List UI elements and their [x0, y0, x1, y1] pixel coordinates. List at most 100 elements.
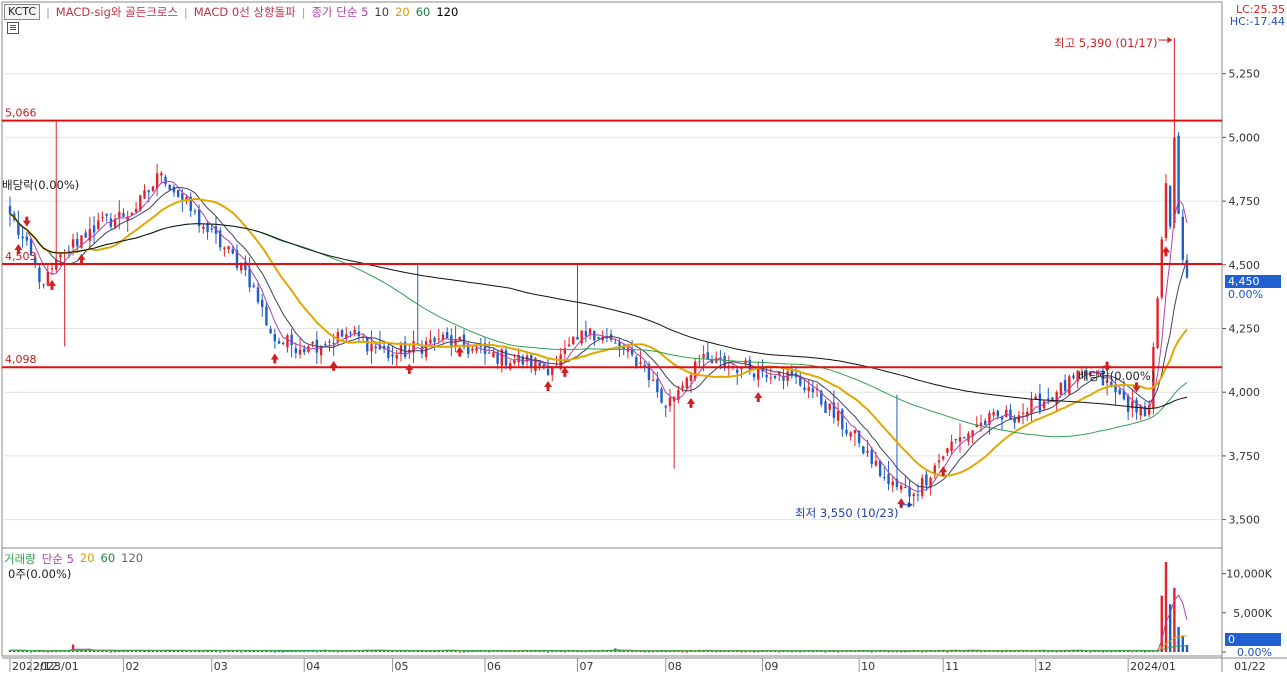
volume-bar: [1047, 651, 1050, 653]
legend-ma20[interactable]: 20: [395, 5, 410, 19]
candle-body: [807, 387, 810, 391]
volume-bar: [189, 651, 192, 653]
candle-body: [925, 474, 928, 486]
candle-body: [765, 374, 768, 378]
volume-bar: [870, 651, 873, 653]
volume-title[interactable]: 거래량: [4, 551, 36, 567]
chart-legend: KCTC | MACD-sig와 골든크로스 | MACD 0선 상향돌파 | …: [4, 4, 458, 20]
candle-body: [445, 332, 449, 339]
candle-body: [576, 336, 579, 340]
candle-body: [353, 329, 356, 333]
legend-ma5[interactable]: 종가 단순 5: [311, 4, 368, 20]
volume-bar: [979, 651, 983, 653]
legend-ma10[interactable]: 10: [374, 5, 389, 19]
volume-bar: [1177, 626, 1180, 652]
candle-body: [1164, 183, 1168, 239]
candle-body: [265, 306, 268, 326]
candle-body: [84, 232, 87, 238]
volume-bar: [824, 651, 827, 653]
candle-body: [471, 348, 474, 351]
chart-menu-icon[interactable]: [7, 22, 19, 34]
volume-bar: [799, 651, 802, 653]
volume-ma20[interactable]: 20: [80, 551, 95, 567]
volume-bar: [1131, 651, 1134, 653]
candle-body: [698, 361, 701, 363]
y-tick-label: 4,750: [1229, 195, 1261, 208]
volume-ma60[interactable]: 60: [101, 551, 116, 567]
candle-body: [1168, 186, 1172, 227]
candle-body: [252, 285, 256, 287]
stock-chart[interactable]: 5,250 5,000 4,750 4,500 4,250 4,000 3,750 3,500…: [0, 0, 1287, 680]
candle-body: [1017, 415, 1021, 422]
volume-bar: [630, 651, 634, 653]
candle-body: [1156, 298, 1159, 348]
volume-bar: [715, 651, 718, 653]
volume-bar: [488, 651, 491, 653]
candle-body: [206, 224, 209, 233]
candle-body: [887, 474, 890, 484]
volume-bar: [1181, 635, 1184, 652]
candle-body: [963, 437, 966, 439]
legend-macd-golden-cross[interactable]: MACD-sig와 골든크로스: [56, 4, 178, 20]
legend-ma60[interactable]: 60: [416, 5, 431, 19]
candle-body: [256, 287, 260, 303]
candle-body: [59, 254, 62, 258]
low-annotation: 최저 3,550 (10/23): [795, 506, 899, 520]
x-tick-label: 08: [668, 660, 682, 673]
candle-body: [668, 397, 672, 407]
legend-separator: |: [184, 5, 188, 19]
candle-body: [437, 338, 440, 340]
candle-body: [50, 268, 54, 270]
candle-body: [101, 216, 104, 219]
candle-body: [584, 331, 588, 337]
volume-bar: [946, 651, 949, 653]
candle-body: [479, 345, 482, 347]
candle-body: [1143, 406, 1147, 416]
candle-body: [160, 173, 163, 176]
candle-body: [572, 336, 575, 345]
candle-body: [391, 354, 394, 357]
volume-ma120[interactable]: 120: [121, 551, 143, 567]
candle-body: [76, 238, 79, 247]
price-panel: [1, 1, 1223, 549]
candle-body: [542, 364, 546, 367]
candle-body: [681, 385, 684, 389]
candle-body: [151, 186, 155, 191]
volume-ma5[interactable]: 단순 5: [42, 551, 74, 567]
candle-body: [593, 331, 596, 341]
candle-body: [849, 432, 852, 437]
ticker-label[interactable]: KCTC: [4, 4, 41, 20]
x-tick-label: 01/22: [1234, 660, 1266, 673]
candle-body: [1068, 376, 1071, 395]
volume-bar: [1089, 651, 1092, 653]
candle-body: [614, 342, 617, 344]
candle-body: [1063, 380, 1067, 391]
candle-body: [21, 236, 24, 239]
candle-body: [370, 344, 373, 352]
candle-body: [324, 344, 327, 346]
candle-body: [639, 362, 642, 365]
candle-body: [656, 379, 659, 393]
volume-bar: [643, 651, 646, 653]
legend-ma120[interactable]: 120: [436, 5, 458, 19]
volume-bar: [273, 651, 277, 653]
candle-body: [475, 348, 478, 351]
volume-bar: [336, 651, 340, 653]
candle-body: [429, 339, 432, 344]
y-tick-label: 4,500: [1229, 259, 1261, 272]
volume-bar: [315, 651, 319, 653]
candle-body: [916, 494, 920, 496]
candle-body: [8, 206, 12, 214]
candle-body: [134, 208, 138, 213]
candle-body: [143, 190, 146, 199]
candle-body: [311, 342, 314, 344]
candle-body: [546, 368, 550, 375]
candle-body: [1059, 382, 1063, 395]
candle-body: [651, 379, 655, 381]
legend-macd-zero-cross[interactable]: MACD 0선 상향돌파: [194, 4, 296, 20]
volume-y-tick-label: 10,000K: [1226, 568, 1272, 581]
current-price-box: 4,450: [1225, 275, 1281, 288]
candle-body: [1038, 393, 1042, 411]
candle-body: [597, 337, 600, 339]
candle-body: [504, 350, 508, 366]
